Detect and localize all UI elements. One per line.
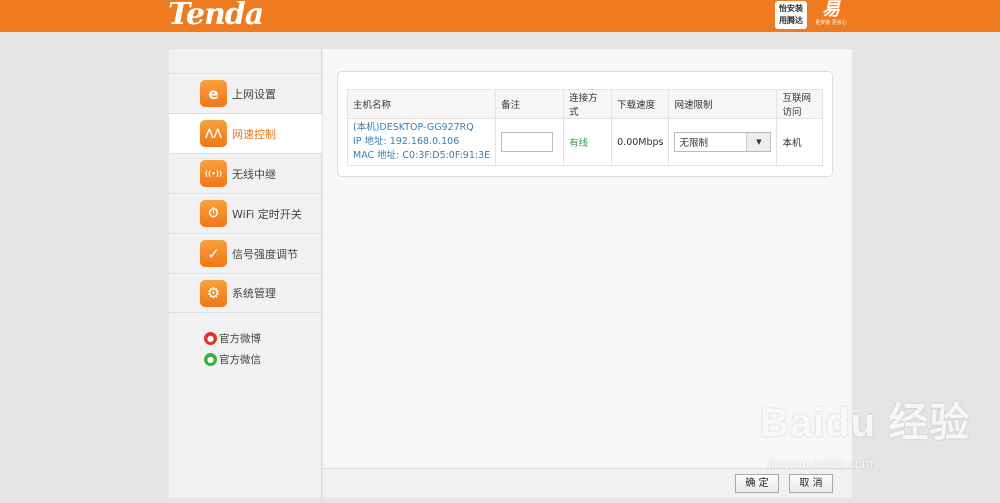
download-speed: 0.00Mbps <box>611 118 670 166</box>
note-cell <box>495 118 565 166</box>
e-icon: e <box>200 80 227 107</box>
sidebar-item-wifi-timer[interactable]: ⏱ WiFi 定时开关 <box>169 193 322 233</box>
table-row: (本机)DESKTOP-GG927RQ IP 地址: 192.168.0.106… <box>346 118 823 166</box>
sidebar-item-speed-control[interactable]: ⋀⋀ 网速控制 <box>169 113 322 153</box>
hostname-cell: (本机)DESKTOP-GG927RQ IP 地址: 192.168.0.106… <box>346 118 497 166</box>
column-header-download-speed: 下载速度 <box>611 89 670 119</box>
host-mac: MAC 地址: C0:3F:D5:0F:91:3E <box>353 150 491 161</box>
note-input[interactable] <box>501 132 554 152</box>
top-header-bar: Tenda 怡安装 用腾达 易 更安装 更省心 <box>0 0 1000 32</box>
sidebar-item-wireless-repeater[interactable]: ((•)) 无线中继 <box>169 153 322 193</box>
sidebar-item-system-management[interactable]: ⚙ 系统管理 <box>169 273 322 313</box>
cancel-button[interactable]: 取 消 <box>789 474 833 493</box>
connection-type: 有线 <box>563 118 613 166</box>
host-name: (本机)DESKTOP-GG927RQ <box>353 122 474 133</box>
badge-line1: 怡安装 <box>779 4 803 13</box>
sidebar-item-signal-strength[interactable]: ✓ 信号强度调节 <box>169 233 322 273</box>
sidebar-item-label: 信号强度调节 <box>232 247 298 261</box>
sidebar-item-label: 上网设置 <box>232 87 276 101</box>
gear-icon: ⚙ <box>200 279 227 307</box>
baidu-watermark: Baidu 经验 jingyan.baidu.com <box>760 390 971 471</box>
watermark-sub: jingyan.baidu.com <box>768 456 873 471</box>
sidebar-item-internet-settings[interactable]: e 上网设置 <box>169 73 322 113</box>
speed-limit-value: 无限制 <box>679 138 708 149</box>
column-header-hostname: 主机名称 <box>346 89 497 119</box>
official-weibo-link[interactable]: ● 官方微博 <box>204 331 261 346</box>
easy-logo-sub: 更安装 更省心 <box>815 20 847 26</box>
column-header-note: 备注 <box>495 89 565 119</box>
tenda-logo: Tenda <box>168 0 264 32</box>
wireless-repeater-icon: ((•)) <box>200 160 227 187</box>
column-header-internet-access: 互联网访问 <box>776 89 823 119</box>
signal-strength-icon: ✓ <box>200 240 227 267</box>
wechat-icon: ● <box>204 353 217 366</box>
weibo-icon: ● <box>204 332 217 345</box>
speed-limit-select[interactable]: 无限制 ▼ <box>674 132 772 152</box>
sidebar-item-label: WiFi 定时开关 <box>232 207 302 221</box>
speed-limit-cell: 无限制 ▼ <box>668 118 778 166</box>
speed-control-icon: ⋀⋀ <box>200 120 227 147</box>
official-weibo-label: 官方微博 <box>219 333 261 345</box>
easy-logo-badge: 易 更安装 更省心 <box>815 0 847 30</box>
sidebar-item-label: 系统管理 <box>232 287 276 300</box>
official-wechat-link[interactable]: ● 官方微信 <box>204 352 261 367</box>
column-header-speed-limit: 网速限制 <box>668 89 778 119</box>
chevron-down-icon[interactable]: ▼ <box>746 133 771 151</box>
official-wechat-label: 官方微信 <box>219 354 261 366</box>
ok-button[interactable]: 确 定 <box>735 474 779 493</box>
easy-logo-mark: 易 <box>822 0 840 20</box>
internet-access: 本机 <box>776 118 823 166</box>
wifi-timer-icon: ⏱ <box>200 200 227 227</box>
badge-line2: 用腾达 <box>779 16 803 25</box>
host-ip: IP 地址: 192.168.0.106 <box>353 136 460 147</box>
watermark-main: Baidu 经验 <box>760 401 971 445</box>
column-header-connection: 连接方式 <box>563 89 613 119</box>
table-header-row: 主机名称 备注 连接方式 下载速度 网速限制 互联网访问 <box>346 89 823 119</box>
easy-install-badge: 怡安装 用腾达 <box>775 1 807 29</box>
device-table: 主机名称 备注 连接方式 下载速度 网速限制 互联网访问 (本机)DESKTOP… <box>346 89 823 166</box>
sidebar-item-label: 网速控制 <box>232 127 276 141</box>
sidebar-item-label: 无线中继 <box>232 167 276 181</box>
